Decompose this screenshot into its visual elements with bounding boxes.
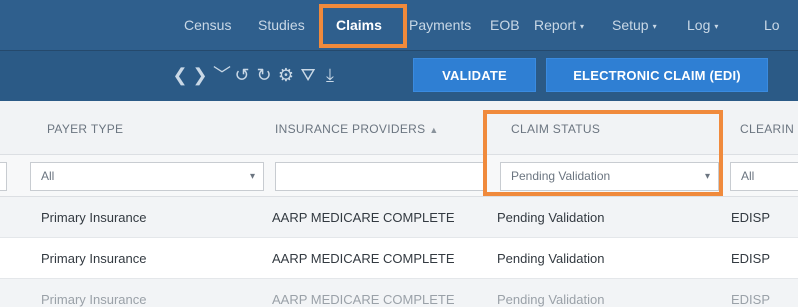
undo-icon[interactable]: ↺ [232, 64, 252, 86]
cell-claim-status: Pending Validation [497, 210, 605, 225]
table-row[interactable]: Primary Insurance AARP MEDICARE COMPLETE… [0, 197, 798, 238]
nav-log[interactable]: Log ▾ [687, 17, 718, 37]
nav-eob[interactable]: EOB [490, 17, 520, 37]
chevron-down-icon[interactable]: ﹀ [212, 64, 232, 86]
filter-value: All [741, 169, 755, 183]
refresh-icon[interactable]: ↻ [254, 64, 274, 86]
toolbar: ❮ ❯ ﹀ ↺ ↻ ⚙ ⛛ ⤓ VALIDATE ELECTRONIC CLAI… [0, 51, 798, 101]
column-header-label: INSURANCE PROVIDERS [275, 122, 426, 136]
table-row[interactable]: Primary Insurance AARP MEDICARE COMPLETE… [0, 279, 798, 307]
cell-payer-type: Primary Insurance [41, 292, 147, 307]
chevron-down-icon: ▾ [714, 21, 719, 31]
nav-claims[interactable]: Claims [336, 17, 382, 37]
sort-ascending-icon: ▲ [429, 125, 439, 135]
download-icon[interactable]: ⤓ [320, 64, 340, 86]
gear-icon[interactable]: ⚙ [276, 64, 296, 86]
grid-header: PAYER TYPE INSURANCE PROVIDERS ▲ CLAIM ST… [0, 101, 798, 155]
cell-payer-type: Primary Insurance [41, 251, 147, 266]
cell-clearinghouse: EDISP [731, 251, 771, 266]
column-header-claim-status[interactable]: CLAIM STATUS [511, 122, 600, 136]
column-header-insurance-providers[interactable]: INSURANCE PROVIDERS ▲ [275, 122, 439, 136]
claim-status-filter[interactable]: Pending Validation ▾ [500, 162, 719, 191]
electronic-claim-button[interactable]: ELECTRONIC CLAIM (EDI) [546, 58, 768, 92]
nav-log-label: Log [687, 17, 711, 33]
chevron-left-icon[interactable]: ❮ [170, 64, 190, 86]
nav-studies[interactable]: Studies [258, 17, 305, 37]
filter-value: All [41, 169, 55, 183]
filter-value: Pending Validation [511, 169, 611, 183]
nav-setup-label: Setup [612, 17, 649, 33]
clearinghouse-filter[interactable]: All [730, 162, 798, 191]
filter-partial [0, 162, 7, 191]
top-nav: Census Studies Claims Payments EOB Repor… [0, 0, 798, 51]
cell-claim-status: Pending Validation [497, 292, 605, 307]
column-header-payer-type[interactable]: PAYER TYPE [47, 122, 123, 136]
payer-type-filter[interactable]: All ▾ [30, 162, 264, 191]
nav-setup[interactable]: Setup ▾ [612, 17, 657, 37]
cell-clearinghouse: EDISP [731, 292, 771, 307]
cell-clearinghouse: EDISP [731, 210, 771, 225]
filter-row: All ▾ Pending Validation ▾ All [0, 155, 798, 197]
nav-census[interactable]: Census [184, 17, 231, 37]
nav-payments[interactable]: Payments [409, 17, 471, 37]
nav-lo[interactable]: Lo [764, 17, 780, 37]
cell-insurance-provider: AARP MEDICARE COMPLETE [272, 251, 455, 266]
cell-insurance-provider: AARP MEDICARE COMPLETE [272, 210, 455, 225]
cell-claim-status: Pending Validation [497, 251, 605, 266]
filter-icon[interactable]: ⛛ [298, 64, 318, 86]
chevron-down-icon: ▾ [704, 171, 710, 182]
column-header-clearinghouse[interactable]: CLEARIN [740, 122, 794, 136]
chevron-down-icon: ▾ [249, 171, 255, 182]
nav-report[interactable]: Report ▾ [534, 17, 584, 37]
chevron-right-icon[interactable]: ❯ [190, 64, 210, 86]
table-row[interactable]: Primary Insurance AARP MEDICARE COMPLETE… [0, 238, 798, 279]
validate-button[interactable]: VALIDATE [413, 58, 536, 92]
nav-report-label: Report [534, 17, 577, 33]
cell-payer-type: Primary Insurance [41, 210, 147, 225]
insurance-providers-filter[interactable] [275, 162, 486, 191]
chevron-down-icon: ▾ [652, 21, 657, 31]
chevron-down-icon: ▾ [580, 21, 585, 31]
cell-insurance-provider: AARP MEDICARE COMPLETE [272, 292, 455, 307]
